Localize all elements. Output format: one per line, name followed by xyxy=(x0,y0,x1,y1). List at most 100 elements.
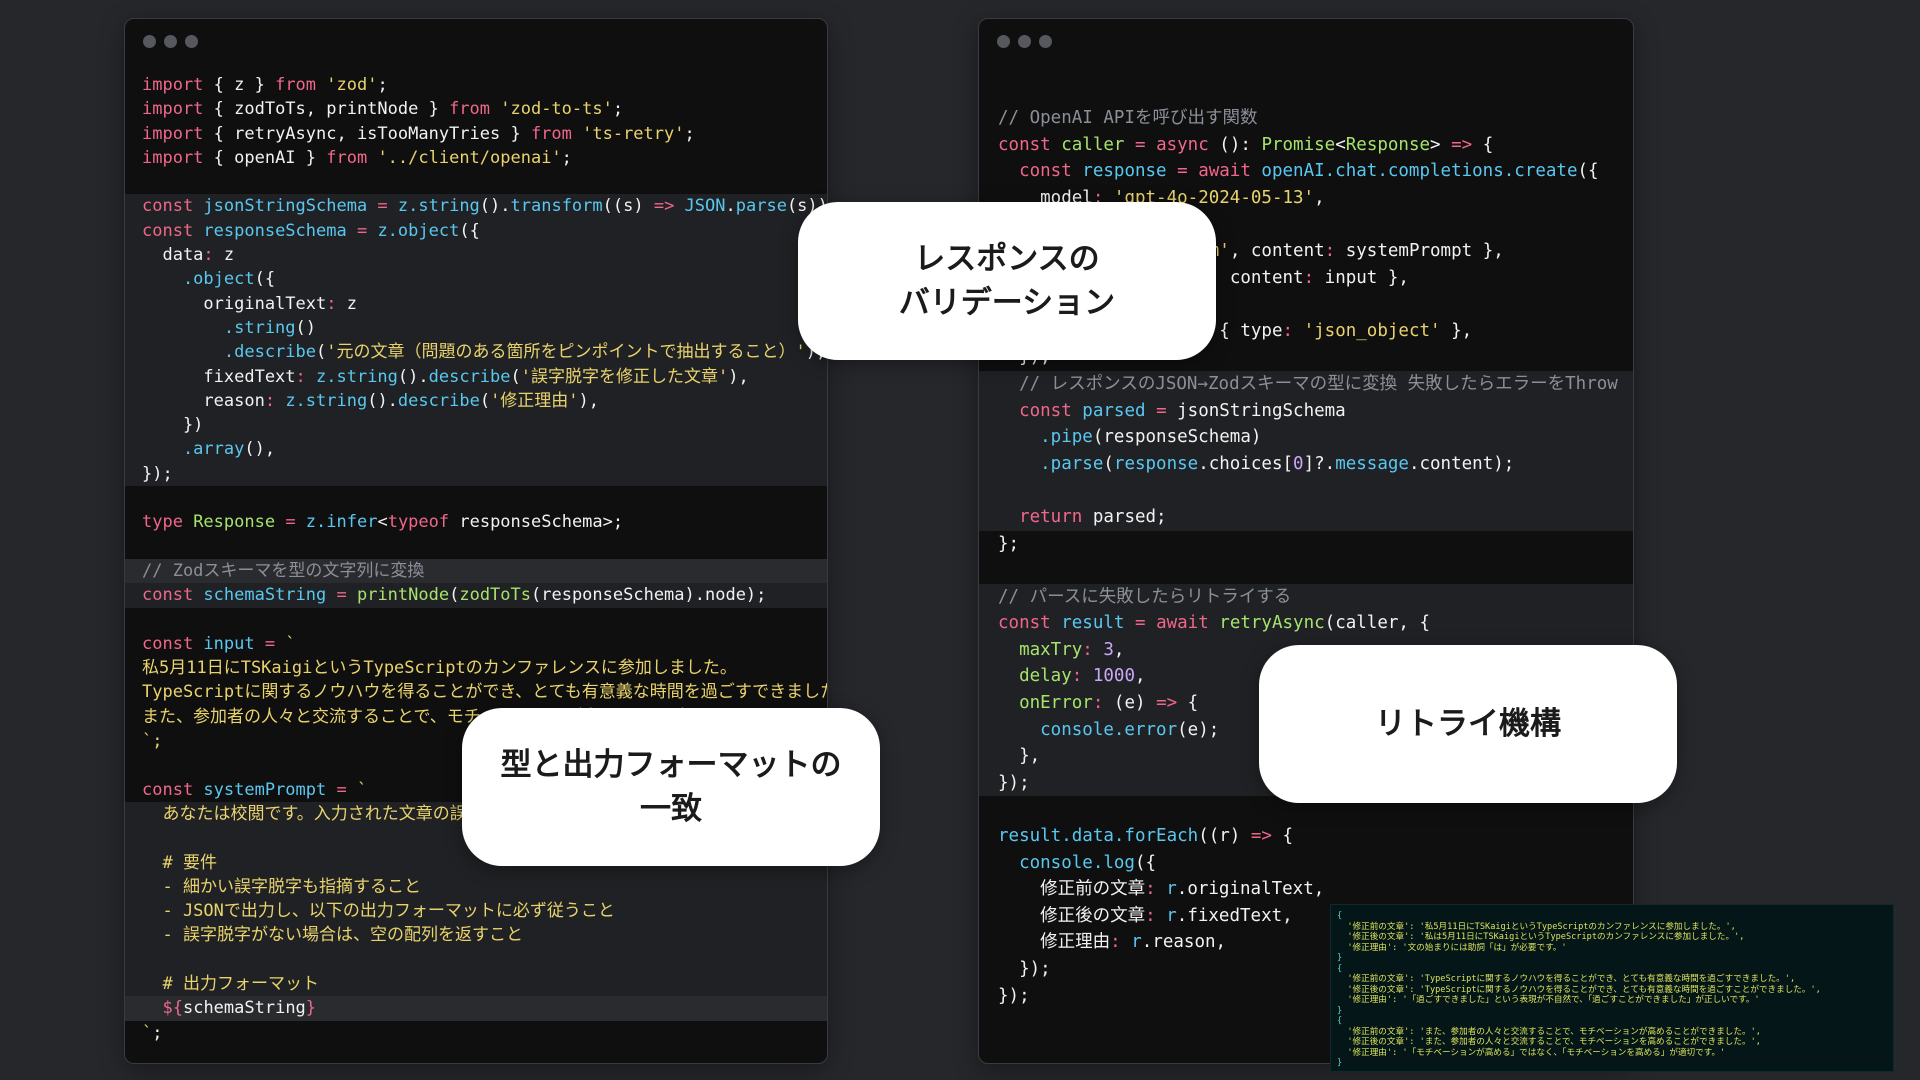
code-token: onError xyxy=(998,693,1093,714)
code-token: = xyxy=(1166,161,1199,182)
code-line: 修正前の文章: r.originalText, xyxy=(979,876,1633,903)
console-line: '修正前の文章': 'また、参加者の人々と交流することで、モチベーションが高める… xyxy=(1337,1026,1761,1037)
code-token: ; xyxy=(377,75,388,95)
code-token: : xyxy=(1071,666,1083,687)
code-token: { type xyxy=(1208,320,1283,341)
code-token: ` xyxy=(142,1022,153,1043)
code-token: from xyxy=(449,99,491,120)
close-dot-icon[interactable] xyxy=(143,35,156,48)
code-token: ; xyxy=(152,1022,163,1043)
code-token: .array xyxy=(142,439,245,460)
code-line: // OpenAI APIを呼び出す関数 xyxy=(979,105,1633,132)
close-dot-icon[interactable] xyxy=(997,35,1010,48)
code-token: // レスポンスのJSON→Zodスキーマの型に変換 失敗したらエラーをThro… xyxy=(998,373,1618,394)
code-token: z.string xyxy=(275,390,368,411)
code-token: - 細かい誤字脱字も指摘すること xyxy=(142,876,421,897)
code-token: z xyxy=(336,293,357,314)
code-token: - JSONで出力し、以下の出力フォーマットに必ず従うこと xyxy=(142,901,615,922)
code-token: > xyxy=(1430,134,1452,155)
code-token: : xyxy=(203,245,214,266)
code-token: ` xyxy=(356,779,368,800)
code-token: const xyxy=(998,613,1051,634)
code-token: }); xyxy=(998,985,1030,1006)
minimize-dot-icon[interactable] xyxy=(1018,35,1031,48)
code-token: .choices[ xyxy=(1198,453,1294,474)
code-token: .fixedText, xyxy=(1176,905,1293,926)
console-line: } xyxy=(1337,953,1343,963)
code-token: = xyxy=(254,633,286,654)
code-token: from xyxy=(275,75,317,95)
code-token: : xyxy=(1145,879,1156,900)
code-token: (). xyxy=(367,390,398,411)
code-line: import { zodToTs, printNode } from 'zod-… xyxy=(125,97,827,121)
code-token: (responseSchema).node); xyxy=(531,585,767,606)
code-token: ( xyxy=(449,585,460,606)
code-token: .parse xyxy=(998,453,1104,474)
code-line: const jsonStringSchema = z.string().tran… xyxy=(125,194,827,219)
window-controls xyxy=(997,35,1052,48)
code-token: ({ xyxy=(254,269,276,290)
code-token: const xyxy=(142,196,194,217)
code-token: { z } xyxy=(203,75,276,95)
console-line: '修正理由': '「モチベーションが高める」ではなく、「モチベーションを高める」… xyxy=(1337,1047,1726,1058)
code-token: 'zod-to-ts' xyxy=(490,99,613,120)
code-token: (caller, { xyxy=(1324,613,1431,634)
code-token: .content); xyxy=(1408,453,1515,474)
code-token: ), xyxy=(578,390,600,411)
code-token: { xyxy=(1472,134,1494,155)
code-token: , content xyxy=(1229,240,1325,261)
code-token: jsonStringSchema xyxy=(193,196,368,217)
code-token: ( xyxy=(510,366,521,387)
code-line: import { openAI } from '../client/openai… xyxy=(125,146,827,170)
code-token: = xyxy=(346,220,378,241)
code-token: - 誤字脱字がない場合は、空の配列を返すこと xyxy=(142,925,523,946)
code-token: '元の文章（問題のある箇所をピンポイントで抽出すること）' xyxy=(326,342,806,363)
callout-retry: リトライ機構 xyxy=(1259,645,1677,803)
maximize-dot-icon[interactable] xyxy=(185,35,198,48)
code-block-left: import { z } from 'zod'; import { zodToTs… xyxy=(125,73,827,1045)
code-token: parse xyxy=(735,196,787,217)
code-token: ${ xyxy=(162,998,183,1019)
console-line: '修正前の文章': 'TypeScriptに関するノウハウを得ることができ、とて… xyxy=(1337,974,1796,984)
code-token: (): xyxy=(1208,134,1262,155)
code-token: ((r) xyxy=(1198,826,1251,847)
code-token: }; xyxy=(998,533,1020,554)
code-token: const xyxy=(998,400,1072,421)
code-token: input xyxy=(193,633,255,654)
code-token: r xyxy=(1155,879,1177,900)
code-token: ]?. xyxy=(1303,453,1336,474)
code-token: ({ xyxy=(1577,161,1599,182)
code-token: schemaString xyxy=(182,998,306,1019)
code-token: } xyxy=(305,998,317,1019)
code-token: r xyxy=(1155,905,1177,926)
code-token: delay xyxy=(998,666,1072,687)
code-line: fixedText: z.string().describe('誤字脱字を修正し… xyxy=(125,364,827,389)
code-line: const input = ` xyxy=(125,632,827,656)
code-token: openAI.chat.completions.create xyxy=(1250,161,1578,182)
code-token: : xyxy=(1324,240,1336,261)
code-token: const xyxy=(142,220,194,241)
code-token: = xyxy=(275,512,306,533)
code-token: result.data.forEach xyxy=(998,826,1199,847)
code-token: }); xyxy=(998,772,1030,793)
code-line: const schemaString = printNode(zodToTs(r… xyxy=(125,583,827,608)
code-token: 修正理由 xyxy=(998,932,1111,953)
code-token: , xyxy=(1135,666,1146,687)
code-token: => xyxy=(653,196,675,217)
code-token: ` xyxy=(285,633,296,654)
minimize-dot-icon[interactable] xyxy=(164,35,177,48)
code-token: 0 xyxy=(1293,453,1304,474)
maximize-dot-icon[interactable] xyxy=(1039,35,1052,48)
code-line: - JSONで出力し、以下の出力フォーマットに必ず従うこと xyxy=(125,899,827,924)
console-line: } xyxy=(1337,1058,1343,1068)
code-line: }) xyxy=(125,413,827,438)
code-token: z xyxy=(213,245,235,266)
code-token: (). xyxy=(397,366,429,387)
code-token: .originalText, xyxy=(1176,879,1325,900)
code-token: ((s) xyxy=(602,196,654,217)
code-token: : xyxy=(1303,267,1315,288)
